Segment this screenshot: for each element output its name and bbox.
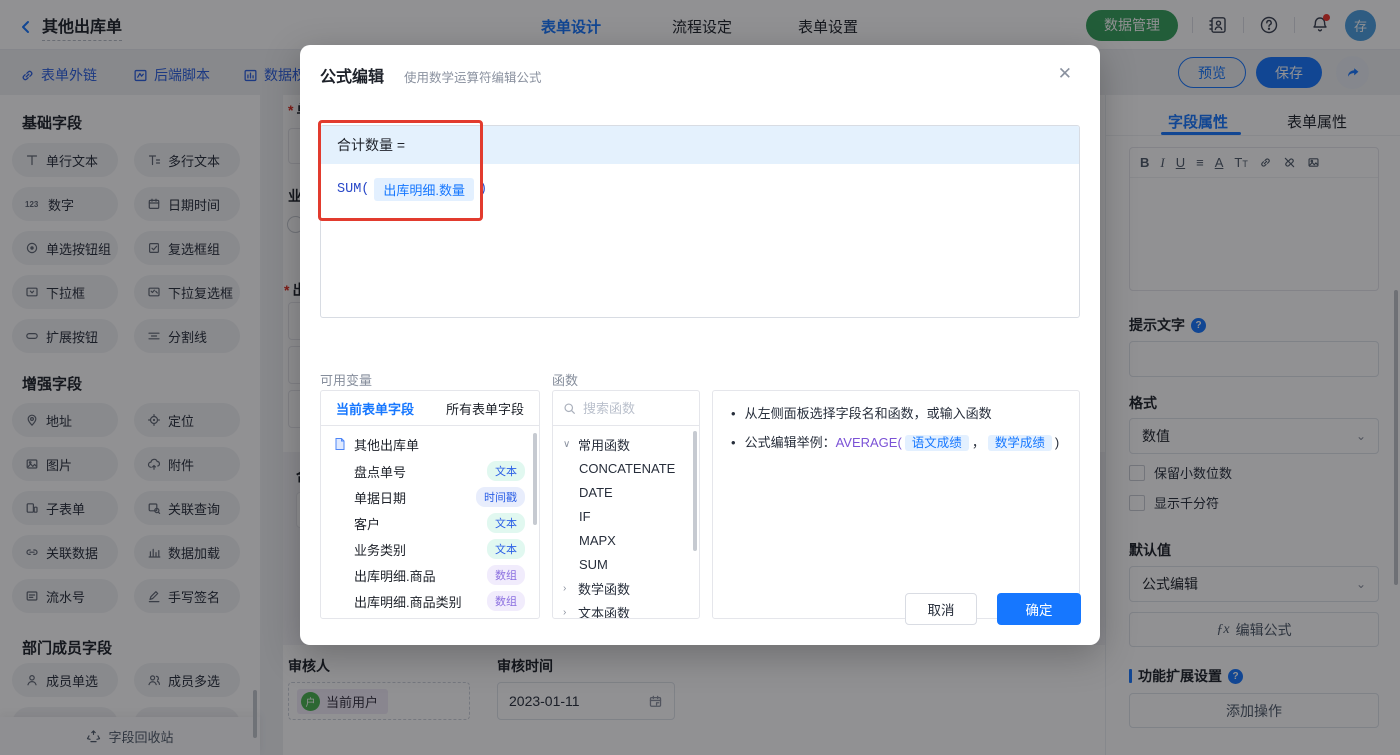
formula-field-token[interactable]: 出库明细.数量 — [374, 178, 475, 201]
variable-row[interactable]: 业务类别 文本 — [321, 536, 539, 562]
type-badge: 时间戳 — [476, 487, 525, 507]
formula-expression[interactable]: SUM( 出库明细.数量 ) — [321, 164, 1079, 215]
hint-line-1: • 从左侧面板选择字段名和函数，或输入函数 — [731, 406, 992, 421]
hint-line-2: • 公式编辑举例：AVERAGE(语文成绩，数学成绩) — [731, 435, 1060, 451]
function-item[interactable]: MAPX — [553, 528, 699, 552]
chevron-right-icon: › — [563, 606, 567, 618]
tab-current-form-fields[interactable]: 当前表单字段 — [336, 399, 414, 418]
variables-panel: 当前表单字段 所有表单字段 其他出库单 盘点单号 文本 单据日期 时间戳 客户 … — [320, 390, 540, 619]
function-search[interactable] — [553, 391, 699, 426]
hints-panel: • 从左侧面板选择字段名和函数，或输入函数 • 公式编辑举例：AVERAGE(语… — [712, 390, 1080, 619]
variable-row[interactable]: 客户 文本 — [321, 510, 539, 536]
type-badge: 数组 — [487, 565, 525, 585]
tab-all-form-fields[interactable]: 所有表单字段 — [446, 399, 524, 418]
formula-fn-close: ) — [479, 182, 488, 197]
modal-title: 公式编辑 — [320, 69, 385, 86]
cancel-button[interactable]: 取消 — [905, 593, 977, 625]
function-item[interactable]: SUM — [553, 552, 699, 576]
variable-row[interactable]: 出库明细.商品 数组 — [321, 562, 539, 588]
functions-label: 函数 — [552, 373, 579, 388]
function-group-common[interactable]: ∨ 常用函数 — [553, 432, 699, 456]
functions-panel: ∨ 常用函数 CONCATENATE DATE IF MAPX SUM › 数学… — [552, 390, 700, 619]
app-window: 其他出库单 表单设计 流程设定 表单设置 数据管理 存 表单外链 后端脚本 数据… — [0, 0, 1400, 755]
search-icon — [564, 402, 575, 414]
confirm-button[interactable]: 确定 — [997, 593, 1081, 625]
formula-editor-modal: 公式编辑 使用数学运算符编辑公式 ✕ 合计数量 = SUM( 出库明细.数量 )… — [300, 45, 1100, 645]
type-badge: 文本 — [487, 461, 525, 481]
variables-scrollbar[interactable] — [533, 433, 537, 525]
functions-scrollbar[interactable] — [693, 431, 697, 551]
variable-row[interactable]: 出库明细.商品类别 数组 — [321, 588, 539, 614]
modal-subtitle: 使用数学运算符编辑公式 — [404, 71, 542, 85]
type-badge: 数组 — [487, 591, 525, 611]
form-document-icon — [335, 438, 345, 450]
variables-tree-root[interactable]: 其他出库单 — [333, 430, 539, 458]
variable-row[interactable]: 单据日期 时间戳 — [321, 484, 539, 510]
function-item[interactable]: CONCATENATE — [553, 456, 699, 480]
variable-row[interactable]: 盘点单号 文本 — [321, 458, 539, 484]
type-badge: 文本 — [487, 539, 525, 559]
function-group-text[interactable]: › 文本函数 — [553, 600, 699, 619]
close-icon[interactable]: ✕ — [1058, 65, 1072, 82]
function-item[interactable]: DATE — [553, 480, 699, 504]
formula-editor[interactable]: 合计数量 = SUM( 出库明细.数量 ) — [320, 125, 1080, 318]
chevron-right-icon: › — [563, 582, 567, 594]
variables-label: 可用变量 — [320, 373, 373, 388]
formula-target: 合计数量 = — [321, 126, 1079, 164]
variables-tabs: 当前表单字段 所有表单字段 — [321, 391, 539, 426]
chevron-down-icon: ∨ — [563, 438, 571, 450]
example-token: 语文成绩 — [904, 435, 969, 451]
function-search-input[interactable] — [583, 400, 683, 416]
example-token: 数学成绩 — [987, 435, 1052, 451]
example-fn: AVERAGE( — [835, 435, 902, 450]
formula-fn-open: SUM( — [337, 182, 370, 197]
function-group-math[interactable]: › 数学函数 — [553, 576, 699, 600]
type-badge: 文本 — [487, 513, 525, 533]
function-item[interactable]: IF — [553, 504, 699, 528]
